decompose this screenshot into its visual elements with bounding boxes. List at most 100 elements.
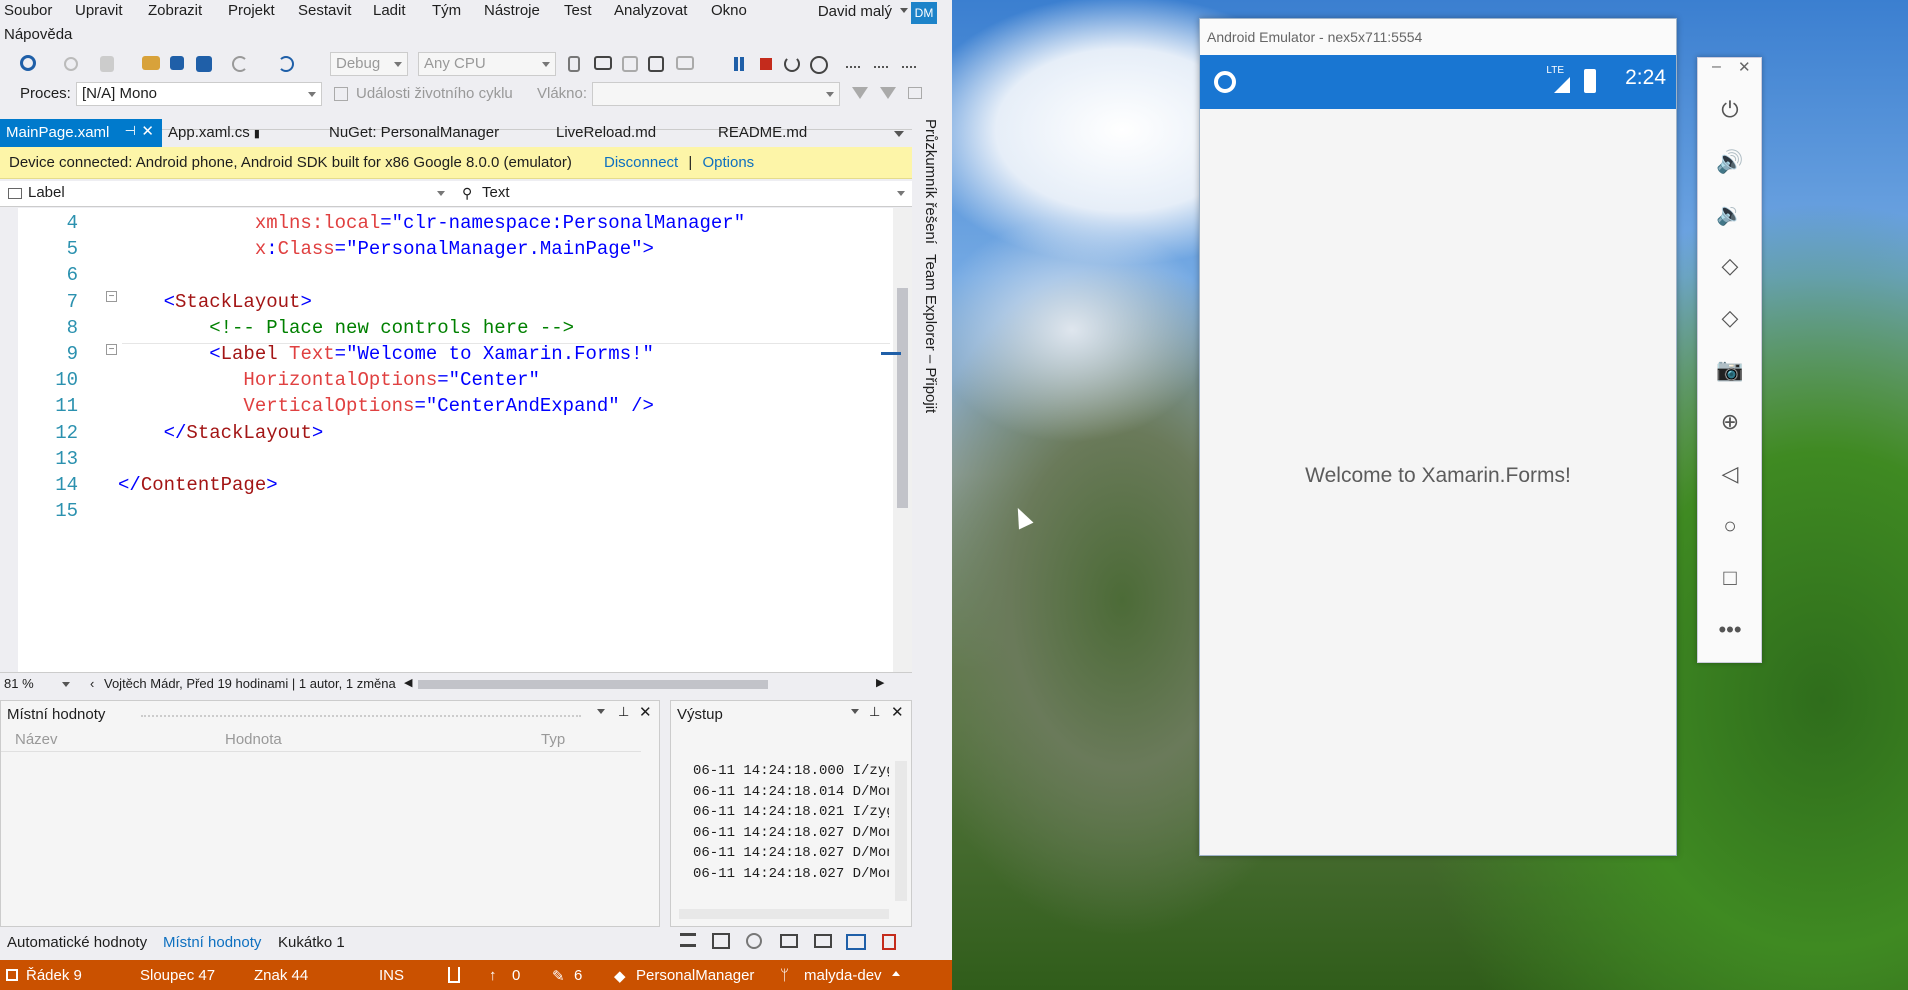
zoom-level[interactable]: 81 % — [4, 676, 34, 691]
scrollbar-thumb[interactable] — [897, 288, 908, 508]
error-list-icon[interactable] — [882, 934, 896, 950]
configuration-select[interactable]: Debug — [330, 52, 408, 76]
user-account[interactable]: David malý — [818, 3, 892, 20]
chevron-down-icon[interactable] — [900, 8, 908, 13]
step-into-icon[interactable] — [874, 56, 888, 68]
code-line[interactable]: </ContentPage> — [118, 474, 278, 496]
save-icon[interactable] — [170, 56, 184, 70]
minimize-icon[interactable]: – — [1712, 58, 1721, 76]
code-line[interactable]: <!-- Place new controls here --> — [118, 317, 574, 339]
menu-item-nastroje[interactable]: Nástroje — [484, 2, 540, 19]
panel-menu-icon[interactable] — [597, 709, 605, 714]
device-icon[interactable] — [568, 56, 580, 72]
tab-locals[interactable]: Místní hodnoty — [163, 934, 261, 951]
chevron-up-icon[interactable] — [892, 971, 900, 976]
app-content[interactable]: Welcome to Xamarin.Forms! — [1200, 109, 1676, 855]
immediate-icon[interactable] — [780, 934, 798, 948]
home-icon[interactable]: ○ — [1716, 512, 1744, 540]
step-over-icon[interactable] — [846, 56, 860, 68]
collapse-toggle[interactable]: − — [106, 344, 117, 355]
zoom-dropdown-icon[interactable] — [62, 682, 70, 687]
rotate-right-icon[interactable]: ◇ — [1716, 304, 1744, 332]
tab-app-xaml-cs[interactable]: App.xaml.cs ▮ — [162, 119, 266, 147]
tab-nuget[interactable]: NuGet: PersonalManager — [323, 119, 505, 147]
panel-grip[interactable] — [141, 715, 581, 717]
options-link[interactable]: Options — [702, 154, 754, 171]
status-project[interactable]: PersonalManager — [636, 967, 754, 984]
volume-up-icon[interactable]: 🔊 — [1716, 148, 1744, 176]
horizontal-scrollbar-thumb[interactable] — [418, 680, 768, 689]
power-icon[interactable]: ⏻ — [1716, 96, 1744, 124]
close-icon[interactable]: ✕ — [141, 122, 154, 140]
menu-item-napoveda[interactable]: Nápověda — [4, 26, 72, 43]
flag-icon[interactable] — [908, 87, 922, 99]
stack-icon[interactable] — [712, 933, 730, 949]
lifecycle-events-dropdown[interactable]: Události životního cyklu — [356, 85, 513, 102]
close-icon[interactable]: ✕ — [639, 703, 652, 721]
scroll-left-icon[interactable]: ◀ — [404, 676, 412, 689]
menu-item-test[interactable]: Test — [564, 2, 592, 19]
col-name[interactable]: Název — [15, 731, 58, 748]
close-icon[interactable]: ✕ — [891, 703, 904, 721]
output-icon[interactable] — [846, 934, 866, 950]
code-line[interactable]: VerticalOptions="CenterAndExpand" /> — [118, 395, 654, 417]
editor-vertical-scrollbar[interactable] — [881, 208, 912, 672]
code-line[interactable]: xmlns:local="clr-namespace:PersonalManag… — [118, 212, 745, 234]
menu-item-analyzovat[interactable]: Analyzovat — [614, 2, 687, 19]
platform-select[interactable]: Any CPU — [418, 52, 556, 76]
tab-livereload-md[interactable]: LiveReload.md — [550, 119, 662, 147]
forward-icon[interactable] — [64, 57, 78, 71]
menu-item-zobrazit[interactable]: Zobrazit — [148, 2, 202, 19]
pin-icon[interactable]: ⊣ — [125, 123, 136, 139]
panel-menu-icon[interactable] — [851, 709, 859, 714]
element-select[interactable]: Label — [2, 182, 450, 206]
tab-overflow-icon[interactable] — [894, 131, 904, 137]
window-icon[interactable] — [622, 56, 638, 72]
code-line[interactable]: <StackLayout> — [118, 291, 312, 313]
output-vertical-scrollbar[interactable] — [895, 761, 907, 901]
layout-icon[interactable] — [676, 56, 694, 70]
status-branch[interactable]: malyda-dev — [804, 967, 882, 984]
pause-icon[interactable] — [734, 57, 744, 71]
close-icon[interactable]: ✕ — [1738, 58, 1751, 76]
codelens-blame[interactable]: Vojtěch Mádr, Před 19 hodinami | 1 autor… — [104, 676, 396, 691]
breakpoint-icon[interactable] — [746, 933, 762, 949]
disconnect-link[interactable]: Disconnect — [604, 154, 678, 171]
menu-item-okno[interactable]: Okno — [711, 2, 747, 19]
code-line[interactable]: HorizontalOptions="Center" — [118, 369, 539, 391]
col-value[interactable]: Hodnota — [225, 731, 282, 748]
git-compare-icon[interactable] — [448, 967, 460, 983]
thread-select[interactable] — [592, 82, 840, 106]
step-out-icon[interactable] — [902, 56, 916, 68]
undo-icon[interactable] — [232, 56, 248, 72]
tab-readme-md[interactable]: README.md — [712, 119, 813, 147]
menu-item-upravit[interactable]: Upravit — [75, 2, 123, 19]
code-editor[interactable]: 4 xmlns:local="clr-namespace:PersonalMan… — [0, 208, 912, 672]
scroll-right-icon[interactable]: ▶ — [876, 676, 884, 689]
member-select[interactable]: ⚲ Text — [456, 182, 910, 206]
filter-icon[interactable] — [852, 87, 868, 99]
status-push-count[interactable]: 0 — [512, 967, 520, 984]
tab-mainpage-xaml[interactable]: MainPage.xaml ⊣ ✕ — [0, 119, 162, 147]
pin-icon[interactable]: ⊥ — [869, 704, 880, 720]
overview-icon[interactable]: □ — [1716, 564, 1744, 592]
output-horizontal-scrollbar[interactable] — [679, 909, 889, 919]
stop-icon[interactable] — [760, 58, 772, 70]
save-all-icon[interactable] — [196, 56, 212, 72]
open-folder-icon[interactable] — [142, 56, 160, 70]
list-icon[interactable] — [678, 933, 696, 947]
tab-watch-1[interactable]: Kukátko 1 — [278, 934, 345, 951]
new-item-icon[interactable] — [100, 56, 114, 72]
solution-explorer-tab[interactable]: Průzkumník řešení — [922, 119, 939, 244]
camera-icon[interactable]: 📷 — [1716, 356, 1744, 384]
menu-item-sestavit[interactable]: Sestavit — [298, 2, 351, 19]
screen-icon[interactable] — [648, 56, 664, 72]
menu-item-soubor[interactable]: Soubor — [4, 2, 52, 19]
restart-icon[interactable] — [784, 56, 800, 72]
redo-icon[interactable] — [278, 56, 294, 72]
avatar[interactable]: DM — [911, 2, 937, 24]
live-reload-icon[interactable] — [810, 56, 828, 74]
chevron-left-icon[interactable]: ‹ — [90, 676, 94, 691]
monitor-icon[interactable] — [594, 56, 612, 70]
pin-icon[interactable]: ⊥ — [618, 704, 629, 720]
